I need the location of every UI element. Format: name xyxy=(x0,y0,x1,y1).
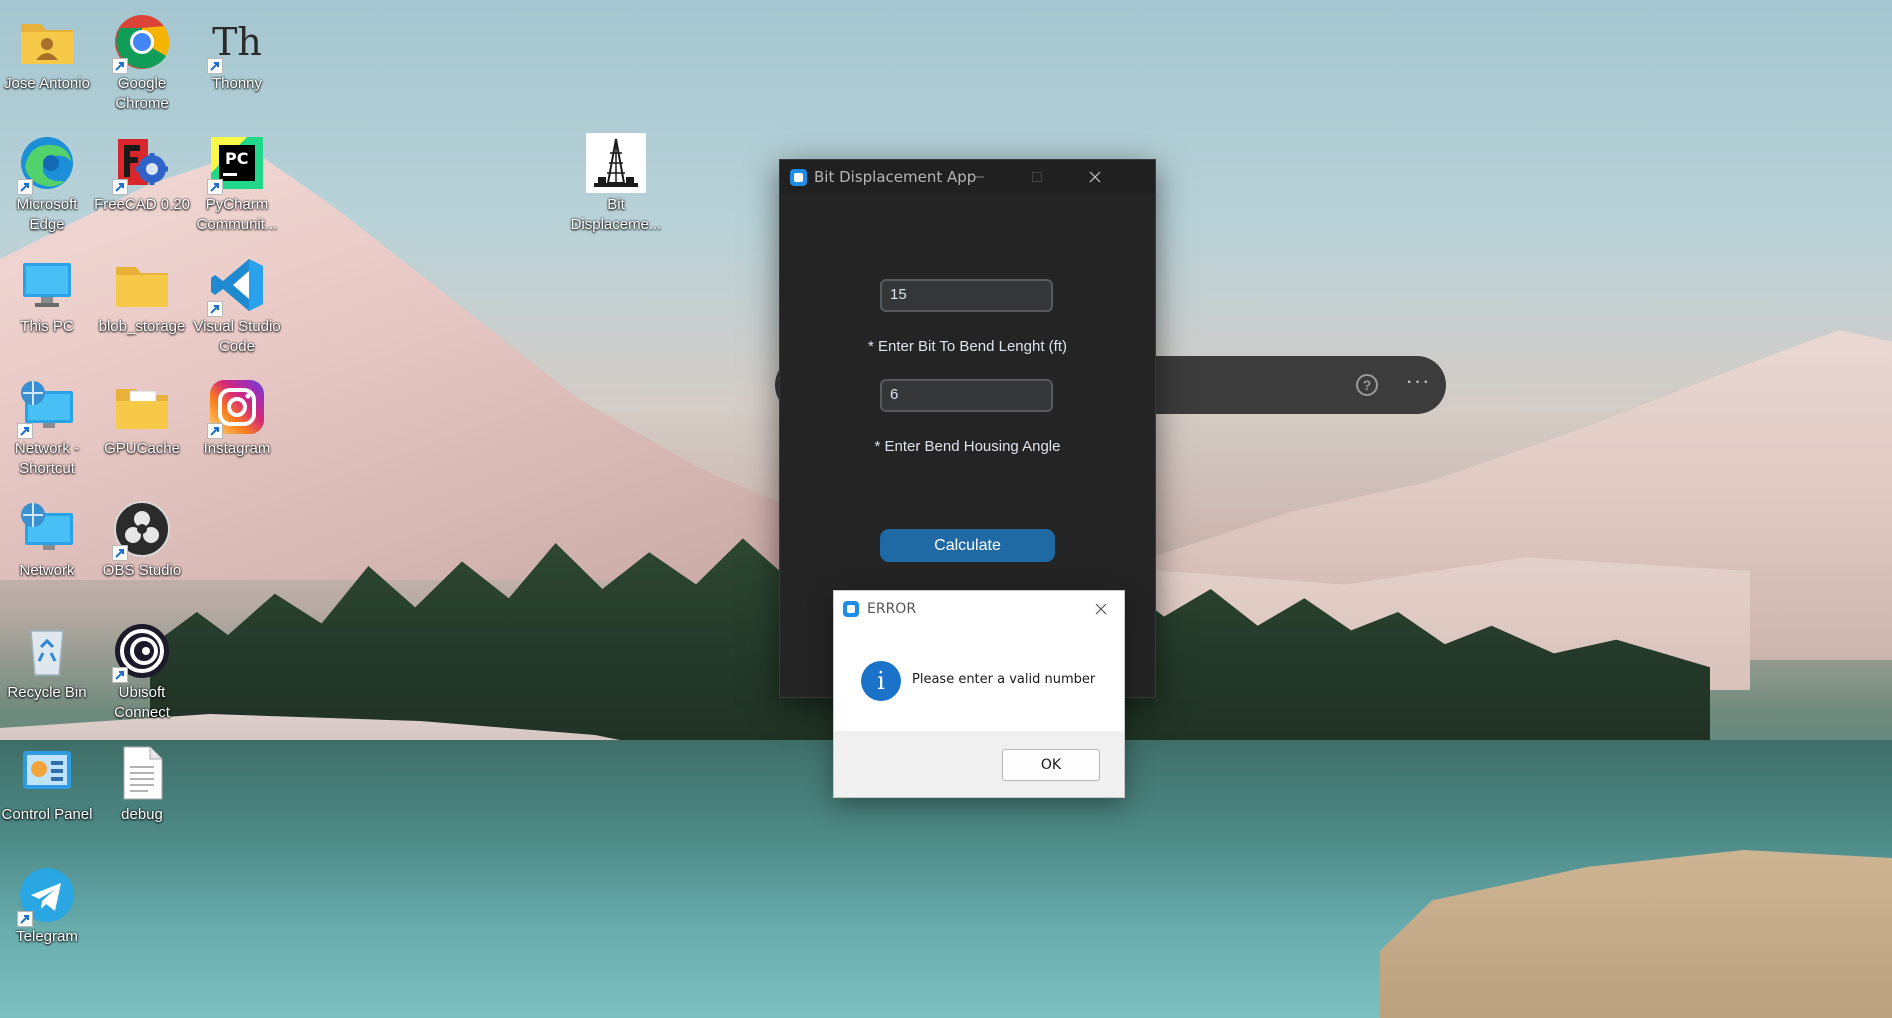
bend-housing-angle-input[interactable]: 6 xyxy=(880,379,1053,412)
icon-label: PyCharm Communit... xyxy=(196,196,278,233)
icon-label: Ubisoft Connect xyxy=(114,684,170,721)
shortcut-arrow-icon xyxy=(17,179,33,195)
icon-label: Microsoft Edge xyxy=(16,196,78,233)
pycharm-icon: PC xyxy=(207,133,267,195)
icon-label: FreeCAD 0.20 xyxy=(94,196,190,213)
help-icon[interactable]: ? xyxy=(1356,374,1378,396)
desktop-icon-bit-displacement[interactable]: Bit Displaceme... xyxy=(569,127,663,243)
close-button[interactable] xyxy=(1066,160,1124,194)
shortcut-arrow-icon xyxy=(112,667,128,683)
desktop-icon-ubisoft-connect[interactable]: Ubisoft Connect xyxy=(95,615,189,731)
shortcut-arrow-icon xyxy=(112,179,128,195)
minimize-button[interactable] xyxy=(950,160,1008,194)
desktop-icon-pycharm[interactable]: PC PyCharm Communit... xyxy=(190,127,284,243)
desktop-icon-obs-studio[interactable]: OBS Studio xyxy=(95,493,189,609)
icon-label: debug xyxy=(121,806,163,823)
shortcut-arrow-icon xyxy=(112,545,128,561)
recycle-bin-icon xyxy=(17,621,77,681)
desktop-icon-gpucache[interactable]: GPUCache xyxy=(95,371,189,487)
icon-label: Control Panel xyxy=(1,806,93,823)
text-file-icon xyxy=(112,743,172,803)
icon-label: Google Chrome xyxy=(115,75,169,112)
close-icon xyxy=(1089,171,1101,183)
shortcut-arrow-icon xyxy=(207,301,223,317)
bit-to-bend-length-label: * Enter Bit To Bend Lenght (ft) xyxy=(867,338,1067,355)
desktop-icon-thonny[interactable]: Th Thonny xyxy=(190,6,284,122)
error-dialog-titlebar[interactable]: ERROR xyxy=(834,591,1124,626)
desktop-icon-control-panel[interactable]: Control Panel xyxy=(0,737,94,853)
icon-label: Jose Antonio xyxy=(4,75,90,92)
info-icon: i xyxy=(861,661,901,701)
icon-label: Network - Shortcut xyxy=(14,440,80,477)
folder-icon xyxy=(112,255,172,315)
icon-label: OBS Studio xyxy=(102,562,182,579)
shortcut-arrow-icon xyxy=(17,423,33,439)
user-folder-icon xyxy=(17,12,77,72)
background-reeds xyxy=(1380,850,1892,1018)
icon-label: This PC xyxy=(20,318,74,335)
desktop-icon-edge[interactable]: Microsoft Edge xyxy=(0,127,94,243)
desktop-icon-telegram[interactable]: Telegram xyxy=(0,859,94,975)
icon-label: Visual Studio Code xyxy=(193,318,281,355)
shortcut-arrow-icon xyxy=(207,58,223,74)
vscode-icon xyxy=(207,255,267,317)
shortcut-arrow-icon xyxy=(112,58,128,74)
icon-label: Network xyxy=(19,562,75,579)
desktop-icon-debug[interactable]: debug xyxy=(95,737,189,853)
error-dialog-title: ERROR xyxy=(867,601,917,617)
freecad-icon xyxy=(112,133,172,195)
app-logo-icon xyxy=(843,601,859,617)
desktop-icon-chrome[interactable]: Google Chrome xyxy=(95,6,189,122)
icon-label: Recycle Bin xyxy=(7,684,87,701)
edge-icon xyxy=(17,133,77,195)
desktop: Jose Antonio Microsoft Edge This PC Netw… xyxy=(0,0,1892,1018)
chrome-icon xyxy=(112,12,172,74)
network-monitor-icon xyxy=(17,377,77,439)
bit-to-bend-length-input[interactable]: 15 xyxy=(880,279,1053,312)
desktop-icon-instagram[interactable]: Instagram xyxy=(190,371,284,487)
shortcut-arrow-icon xyxy=(207,179,223,195)
close-icon xyxy=(1095,603,1107,615)
shortcut-arrow-icon xyxy=(207,423,223,439)
telegram-icon xyxy=(17,865,77,927)
icon-label: Thonny xyxy=(211,75,263,92)
desktop-icon-blob-storage[interactable]: blob_storage xyxy=(95,249,189,365)
ubisoft-icon xyxy=(112,621,172,683)
more-options-icon[interactable]: ··· xyxy=(1404,370,1432,396)
icon-label: GPUCache xyxy=(104,440,180,457)
monitor-icon xyxy=(17,255,77,315)
desktop-icon-user-folder[interactable]: Jose Antonio xyxy=(0,6,94,122)
network-icon xyxy=(17,499,77,559)
error-close-button[interactable] xyxy=(1084,595,1118,623)
error-dialog: ERROR i Please enter a valid number OK xyxy=(833,590,1125,798)
app-logo-icon xyxy=(790,169,807,186)
app-titlebar[interactable]: Bit Displacement App xyxy=(780,160,1155,194)
bend-housing-angle-label: * Enter Bend Housing Angle xyxy=(874,438,1061,455)
shortcut-arrow-icon xyxy=(17,911,33,927)
instagram-icon xyxy=(207,377,267,439)
maximize-button xyxy=(1008,160,1066,194)
icon-label: Telegram xyxy=(16,928,78,945)
ok-button[interactable]: OK xyxy=(1002,749,1100,781)
minimize-icon xyxy=(974,176,984,178)
desktop-icon-network[interactable]: Network xyxy=(0,493,94,609)
drilling-rig-icon xyxy=(586,133,646,193)
icon-label: Bit Displaceme... xyxy=(570,196,662,233)
desktop-icon-recycle-bin[interactable]: Recycle Bin xyxy=(0,615,94,731)
pycharm-glyph: PC xyxy=(225,149,249,168)
folder-icon xyxy=(112,377,172,437)
obs-icon xyxy=(112,499,172,561)
maximize-icon xyxy=(1032,172,1042,182)
thonny-icon: Th xyxy=(207,12,267,74)
icon-label: blob_storage xyxy=(98,318,186,335)
desktop-icon-vscode[interactable]: Visual Studio Code xyxy=(190,249,284,365)
icon-label: Instagram xyxy=(203,440,271,457)
desktop-icon-network-shortcut[interactable]: Network - Shortcut xyxy=(0,371,94,487)
desktop-icon-this-pc[interactable]: This PC xyxy=(0,249,94,365)
desktop-icon-freecad[interactable]: FreeCAD 0.20 xyxy=(94,127,190,243)
calculate-button[interactable]: Calculate xyxy=(880,529,1055,562)
error-message: Please enter a valid number xyxy=(912,672,1096,687)
control-panel-icon xyxy=(17,743,77,803)
